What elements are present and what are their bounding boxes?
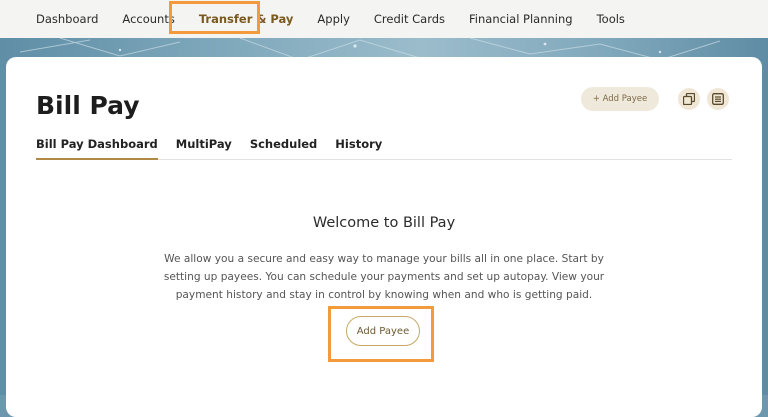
welcome-heading: Welcome to Bill Pay (312, 215, 456, 231)
welcome-description: We allow you a secure and easy way to ma… (163, 253, 605, 301)
nav-dashboard[interactable]: Dashboard (36, 12, 98, 26)
tab-history[interactable]: History (335, 137, 382, 158)
list-icon[interactable] (707, 88, 729, 110)
tab-scheduled[interactable]: Scheduled (250, 137, 317, 158)
top-navigation: Dashboard Accounts Transfer & Pay Apply … (0, 0, 768, 38)
tab-bill-pay-dashboard[interactable]: Bill Pay Dashboard (36, 137, 158, 160)
add-payee-button[interactable]: Add Payee (346, 316, 420, 346)
page-title: Bill Pay (36, 91, 140, 120)
nav-apply[interactable]: Apply (317, 12, 349, 26)
nav-credit-cards[interactable]: Credit Cards (374, 12, 445, 26)
nav-tools[interactable]: Tools (597, 12, 625, 26)
tab-multipay[interactable]: MultiPay (176, 137, 232, 158)
copy-icon[interactable] (678, 88, 700, 110)
bill-pay-card: Bill Pay + Add Payee Bill Pay Dashboard … (6, 57, 762, 417)
nav-transfer-pay[interactable]: Transfer & Pay (199, 12, 294, 26)
nav-accounts[interactable]: Accounts (122, 12, 174, 26)
nav-financial-planning[interactable]: Financial Planning (469, 12, 573, 26)
add-payee-header-button[interactable]: + Add Payee (581, 87, 659, 111)
bill-pay-tabs: Bill Pay Dashboard MultiPay Scheduled Hi… (36, 137, 732, 160)
